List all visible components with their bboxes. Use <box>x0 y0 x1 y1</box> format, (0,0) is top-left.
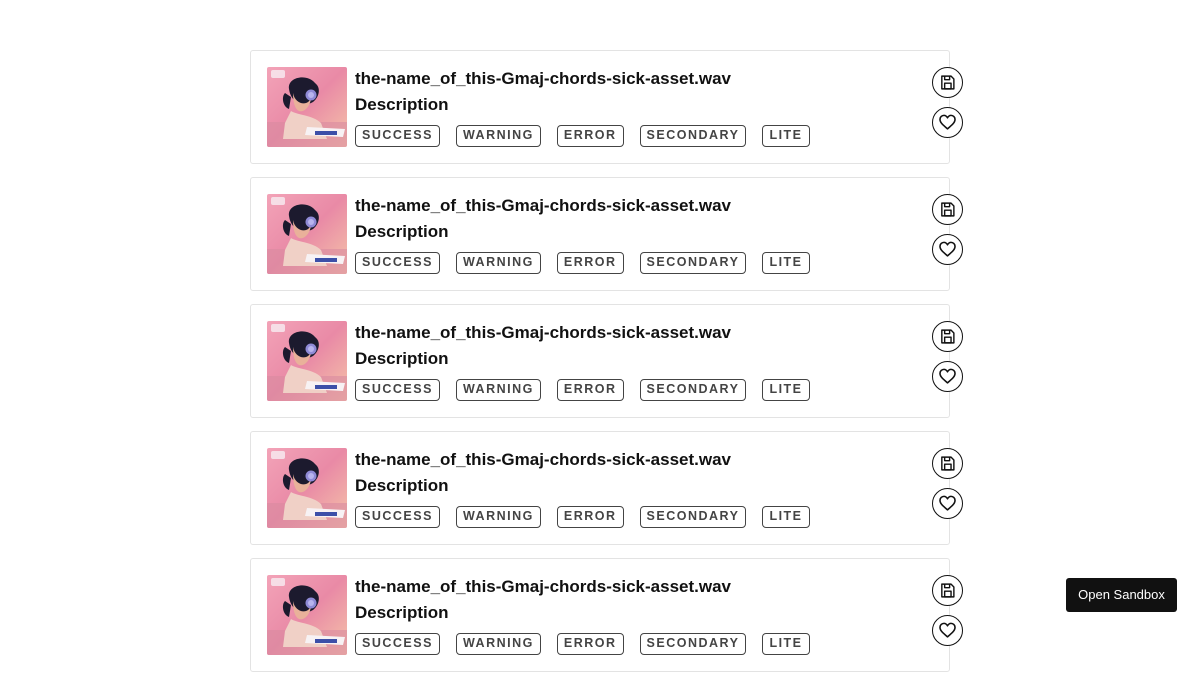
badge-row: SUCCESS WARNING ERROR SECONDARY LITE <box>355 379 810 401</box>
artwork-thumbnail <box>267 67 347 147</box>
badge-success: SUCCESS <box>355 379 440 401</box>
favorite-button[interactable] <box>932 488 963 519</box>
heart-icon <box>939 114 956 130</box>
asset-card: the-name_of_this-Gmaj-chords-sick-asset.… <box>250 177 963 291</box>
asset-description: Description <box>355 476 449 495</box>
asset-title: the-name_of_this-Gmaj-chords-sick-asset.… <box>355 450 732 469</box>
badge-secondary: SECONDARY <box>639 633 747 655</box>
badge-error: ERROR <box>556 379 624 401</box>
artwork-thumbnail <box>267 194 347 274</box>
badge-success: SUCCESS <box>355 125 440 147</box>
badge-success: SUCCESS <box>355 252 440 274</box>
badge-row: SUCCESS WARNING ERROR SECONDARY LITE <box>355 506 810 528</box>
badge-secondary: SECONDARY <box>639 252 747 274</box>
asset-list: the-name_of_this-Gmaj-chords-sick-asset.… <box>250 50 963 685</box>
heart-icon <box>939 622 956 638</box>
badge-row: SUCCESS WARNING ERROR SECONDARY LITE <box>355 252 810 274</box>
asset-description: Description <box>355 349 449 368</box>
badge-warning: WARNING <box>455 506 541 528</box>
badge-lite: LITE <box>762 633 810 655</box>
artwork-thumbnail <box>267 448 347 528</box>
save-button[interactable] <box>932 575 963 606</box>
save-icon <box>941 583 955 598</box>
favorite-button[interactable] <box>932 107 963 138</box>
asset-card: the-name_of_this-Gmaj-chords-sick-asset.… <box>250 304 963 418</box>
badge-success: SUCCESS <box>355 633 440 655</box>
badge-warning: WARNING <box>455 379 541 401</box>
save-button[interactable] <box>932 67 963 98</box>
badge-warning: WARNING <box>455 633 541 655</box>
asset-title: the-name_of_this-Gmaj-chords-sick-asset.… <box>355 69 732 88</box>
badge-row: SUCCESS WARNING ERROR SECONDARY LITE <box>355 125 810 147</box>
artwork-thumbnail <box>267 575 347 655</box>
asset-description: Description <box>355 603 449 622</box>
heart-icon <box>939 495 956 511</box>
badge-lite: LITE <box>762 506 810 528</box>
badge-warning: WARNING <box>455 252 541 274</box>
badge-warning: WARNING <box>455 125 541 147</box>
asset-title: the-name_of_this-Gmaj-chords-sick-asset.… <box>355 577 732 596</box>
save-icon <box>941 75 955 90</box>
badge-secondary: SECONDARY <box>639 125 747 147</box>
asset-title: the-name_of_this-Gmaj-chords-sick-asset.… <box>355 196 732 215</box>
favorite-button[interactable] <box>932 615 963 646</box>
badge-error: ERROR <box>556 125 624 147</box>
badge-row: SUCCESS WARNING ERROR SECONDARY LITE <box>355 633 810 655</box>
save-button[interactable] <box>932 194 963 225</box>
badge-success: SUCCESS <box>355 506 440 528</box>
asset-card: the-name_of_this-Gmaj-chords-sick-asset.… <box>250 50 963 164</box>
open-sandbox-button[interactable]: Open Sandbox <box>1066 578 1177 612</box>
artwork-thumbnail <box>267 321 347 401</box>
badge-lite: LITE <box>762 252 810 274</box>
asset-card: the-name_of_this-Gmaj-chords-sick-asset.… <box>250 431 963 545</box>
save-button[interactable] <box>932 321 963 352</box>
heart-icon <box>939 368 956 384</box>
badge-lite: LITE <box>762 379 810 401</box>
badge-secondary: SECONDARY <box>639 379 747 401</box>
asset-title: the-name_of_this-Gmaj-chords-sick-asset.… <box>355 323 732 342</box>
heart-icon <box>939 241 956 257</box>
badge-secondary: SECONDARY <box>639 506 747 528</box>
asset-description: Description <box>355 95 449 114</box>
badge-error: ERROR <box>556 252 624 274</box>
save-button[interactable] <box>932 448 963 479</box>
save-icon <box>941 329 955 344</box>
favorite-button[interactable] <box>932 234 963 265</box>
save-icon <box>941 202 955 217</box>
asset-card: the-name_of_this-Gmaj-chords-sick-asset.… <box>250 558 963 672</box>
badge-error: ERROR <box>556 633 624 655</box>
favorite-button[interactable] <box>932 361 963 392</box>
badge-error: ERROR <box>556 506 624 528</box>
badge-lite: LITE <box>762 125 810 147</box>
save-icon <box>941 456 955 471</box>
asset-description: Description <box>355 222 449 241</box>
